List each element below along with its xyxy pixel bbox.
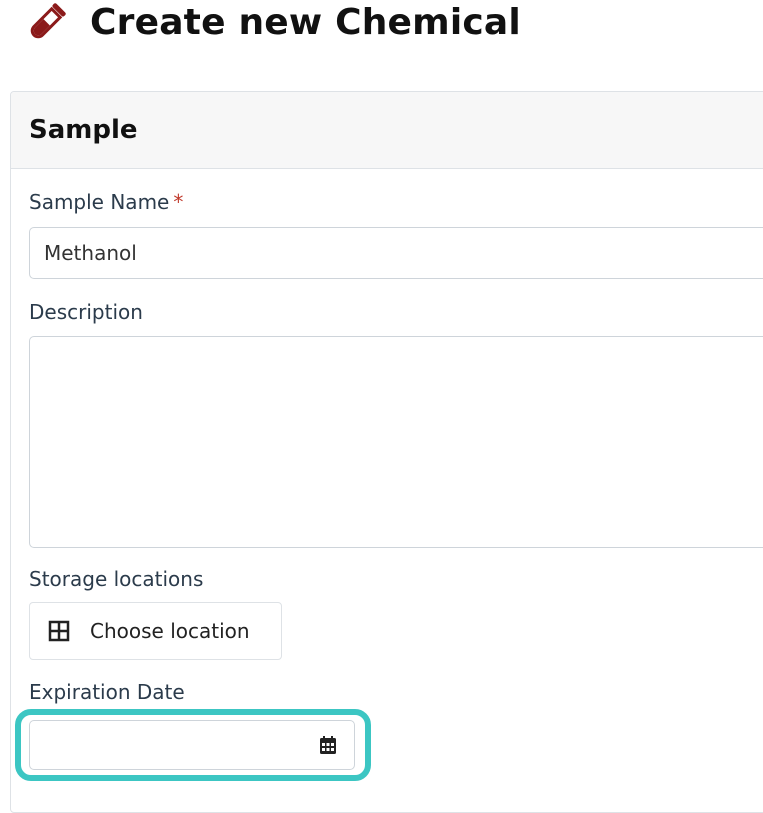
sample-card: Sample Sample Name * Methanol Description…	[10, 91, 763, 813]
card-header: Sample	[11, 92, 763, 169]
page-title: Create new Chemical	[90, 2, 521, 43]
sample-name-input[interactable]: Methanol	[29, 227, 763, 279]
test-tube-icon	[22, 0, 70, 46]
sample-name-value: Methanol	[44, 241, 137, 265]
description-label: Description	[29, 300, 143, 324]
grid-icon	[48, 620, 70, 642]
choose-location-label: Choose location	[90, 619, 250, 643]
calendar-icon[interactable]	[318, 735, 338, 755]
description-textarea[interactable]	[29, 336, 763, 548]
required-marker: *	[173, 190, 184, 214]
page-header: Create new Chemical	[22, 0, 521, 46]
expiration-date-label: Expiration Date	[29, 680, 185, 704]
sample-name-label-text: Sample Name	[29, 190, 170, 214]
sample-name-label: Sample Name *	[29, 190, 183, 214]
storage-locations-label: Storage locations	[29, 567, 204, 591]
choose-location-button[interactable]: Choose location	[29, 602, 282, 660]
section-title: Sample	[29, 115, 138, 145]
expiration-date-input[interactable]	[29, 720, 355, 770]
